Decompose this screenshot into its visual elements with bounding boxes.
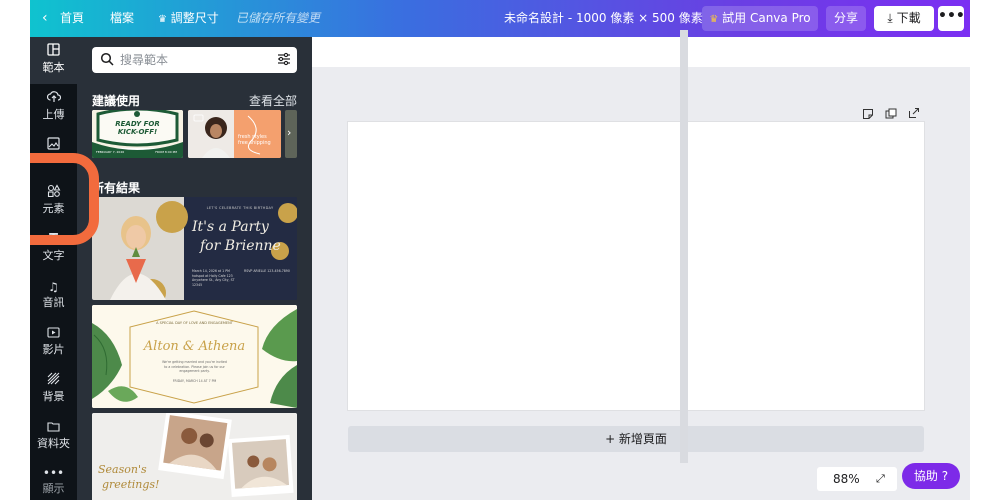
rail-item-uploads[interactable]: 上傳: [30, 84, 77, 131]
chevron-left-icon[interactable]: ‹: [42, 0, 48, 37]
suggested-heading: 建議使用: [92, 94, 141, 108]
search-icon: [100, 52, 114, 66]
greetings-script-1: Season's: [98, 463, 147, 476]
rail-label: 文字: [42, 249, 65, 262]
more-button[interactable]: •••: [938, 6, 965, 31]
party-script-1: It's a Party: [192, 219, 269, 235]
rail-label: 顯示: [42, 482, 65, 495]
engagement-footer: FRIDAY, MARCH 14 AT 7 PM: [172, 379, 217, 383]
kickoff-line1: READY FOR: [115, 120, 160, 128]
video-icon: [30, 325, 77, 343]
rail-item-more[interactable]: ••• 顯示: [30, 460, 77, 500]
search-box[interactable]: [92, 47, 297, 73]
rail-label: 範本: [42, 61, 65, 74]
search-input[interactable]: [120, 50, 270, 70]
all-results-heading: 所有結果: [92, 181, 141, 195]
more-icon: •••: [42, 466, 65, 480]
result-template-engagement[interactable]: A SPECIAL DAY OF LOVE AND ENGAGEMENT Alt…: [92, 305, 297, 408]
chevron-right-icon[interactable]: ›: [287, 126, 291, 139]
home-link[interactable]: 首頁: [60, 0, 84, 37]
design-canvas[interactable]: [348, 122, 924, 410]
template-panel: 建議使用 查看全部 READY FOR KICK-OFF! FEBRUARY 7…: [77, 37, 312, 500]
template-icon: [30, 43, 77, 61]
rail-item-folders[interactable]: 資料夾: [30, 413, 77, 460]
crown-icon: ♛: [158, 14, 167, 25]
fullscreen-icon[interactable]: ⤢: [876, 467, 885, 491]
party-rsvp: RSVP ARIELLE 123-456-7890: [244, 269, 290, 273]
save-status: 已儲存所有變更: [236, 11, 321, 25]
result-template-greetings[interactable]: Season's greetings!: [92, 413, 297, 500]
rail-label: 背景: [42, 390, 65, 403]
help-button[interactable]: 協助 ?: [902, 463, 960, 489]
engagement-body: We're getting married and you're invited…: [162, 360, 227, 373]
rail-label: 音訊: [42, 296, 65, 309]
workspace-scrollbar[interactable]: [680, 30, 688, 463]
canva-editor: ‹ 首頁 檔案 ♛ 調整尺寸 已儲存所有變更 未命名設計 - 1000 像素 ×…: [30, 0, 970, 500]
try-pro-label: 試用 Canva Pro: [722, 11, 811, 25]
top-bar: ‹ 首頁 檔案 ♛ 調整尺寸 已儲存所有變更 未命名設計 - 1000 像素 ×…: [30, 0, 970, 37]
engagement-header: A SPECIAL DAY OF LOVE AND ENGAGEMENT: [156, 321, 233, 325]
rail-label: 影片: [42, 343, 65, 356]
rail-item-video[interactable]: 影片: [30, 319, 77, 366]
background-icon: [30, 372, 77, 390]
result-template-party[interactable]: LET'S CELEBRATE THIS BIRTHDAY It's a Par…: [92, 197, 297, 300]
rail-label: 資料夾: [37, 437, 70, 450]
resize-label: 調整尺寸: [170, 11, 219, 25]
rail-item-background[interactable]: 背景: [30, 366, 77, 413]
suggested-template-fashion[interactable]: fresh styles free shipping: [188, 110, 281, 158]
download-button[interactable]: ⤓ 下載: [874, 6, 934, 31]
music-icon: ♫: [48, 280, 59, 294]
kickoff-footer-right: FROM 8:00 PM: [155, 150, 177, 154]
editor-workspace: + 新增頁面 88% ⤢ 協助 ?: [312, 37, 970, 500]
try-pro-button[interactable]: ♛ 試用 Canva Pro: [702, 6, 818, 31]
rail-label: 上傳: [42, 108, 65, 121]
party-header: LET'S CELEBRATE THIS BIRTHDAY: [206, 206, 274, 210]
add-page-button[interactable]: + 新增頁面: [348, 426, 924, 452]
rail-item-templates[interactable]: 範本: [30, 37, 77, 84]
party-script-2: for Brienne: [200, 238, 281, 254]
filter-icon[interactable]: [277, 52, 291, 66]
resize-menu[interactable]: ♛ 調整尺寸: [158, 0, 219, 37]
zoom-control[interactable]: 88% ⤢: [817, 467, 897, 491]
zoom-level[interactable]: 88%: [833, 467, 860, 491]
add-page-icon[interactable]: [908, 104, 920, 123]
highlight-ring: [30, 153, 99, 245]
folder-icon: [30, 419, 77, 437]
greetings-script-2: greetings!: [102, 478, 160, 491]
document-title[interactable]: 未命名設計 - 1000 像素 × 500 像素: [504, 0, 703, 37]
see-all-link[interactable]: 查看全部: [249, 92, 297, 109]
crown-icon: ♛: [709, 14, 719, 25]
suggested-template-kickoff[interactable]: READY FOR KICK-OFF! FEBRUARY 7, 2026 FRO…: [92, 110, 183, 158]
kickoff-footer-left: FEBRUARY 7, 2026: [96, 150, 125, 154]
share-button[interactable]: 分享: [826, 6, 866, 31]
download-label: 下載: [896, 11, 921, 25]
kickoff-line2: KICK-OFF!: [117, 128, 158, 136]
engagement-script: Alton & Athena: [143, 339, 246, 354]
fashion-text: fresh styles free shipping: [238, 134, 271, 146]
upload-icon: [30, 90, 77, 108]
side-rail: 範本 上傳 元素 T 文字 ♫ 音訊 影片 背景 資料夾 ••• 顯示: [30, 37, 77, 500]
context-toolbar: [312, 37, 970, 67]
party-details: March 14, 2026 at 1 PM hotspot at Holly …: [192, 269, 235, 287]
download-icon: ⤓: [887, 11, 893, 25]
file-menu[interactable]: 檔案: [110, 0, 134, 37]
rail-item-audio[interactable]: ♫ 音訊: [30, 272, 77, 319]
